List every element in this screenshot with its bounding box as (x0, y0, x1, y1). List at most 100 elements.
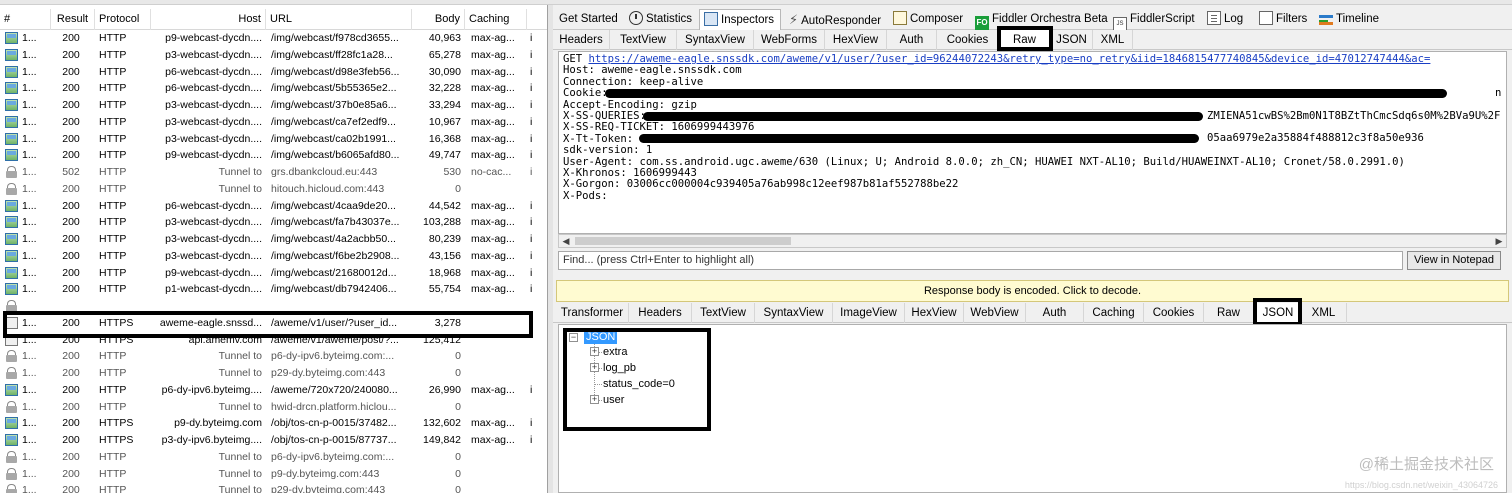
cell-host: p9-webcast-dycdn.... (165, 32, 262, 44)
inspectors-pane: Get Started Statistics Inspectors ⚡ AutoR… (553, 0, 1512, 493)
session-row[interactable]: 1... 200 HTTPS p9-dy.byteimg.com/obj/tos-cn… (0, 415, 547, 432)
tab-filters[interactable]: Filters (1255, 9, 1315, 30)
clock-icon (629, 11, 643, 25)
session-row[interactable]: 1... 200 HTTP p6-dy-ipv6.byteimg.... /aweme/… (0, 382, 547, 399)
cell-host: p3-webcast-dycdn.... (165, 233, 262, 245)
tab-timeline[interactable]: Timeline (1315, 9, 1391, 30)
response-tab-transformer[interactable]: Transformer (556, 303, 629, 323)
request-tab-syntaxview[interactable]: SyntaxView (677, 30, 754, 50)
session-list-header: # Result Protocol Host URL Body Caching (0, 9, 547, 30)
session-row[interactable]: 1... 200 HTTP p9-webcast-dycdn.... /img/webc… (0, 265, 547, 282)
request-tab-webforms[interactable]: WebForms (754, 30, 825, 50)
column-header-number[interactable]: # (0, 9, 51, 30)
column-header-body[interactable]: Body (412, 9, 465, 30)
cell-host: Tunnel to (218, 467, 262, 480)
column-header-protocol[interactable]: Protocol (95, 9, 151, 30)
decode-response-notice[interactable]: Response body is encoded. Click to decod… (556, 280, 1509, 302)
cell-protocol: HTTPS (99, 417, 134, 430)
session-row[interactable]: 1... 200 HTTP Tunnel to p29-dy.byteimg.com:4… (0, 482, 547, 493)
session-row[interactable]: 1... 200 HTTP p3-webcast-dycdn.... /img/webc… (0, 231, 547, 248)
tab-fiddlerscript[interactable]: JS FiddlerScript (1109, 9, 1201, 31)
cell-url: /img/webcast/f978cd3655... (271, 32, 399, 44)
cell-caching: max-ag... (471, 99, 515, 111)
session-row[interactable]: 1... 200 HTTP p3-webcast-dycdn.... /img/webc… (0, 214, 547, 231)
request-tab-xml[interactable]: XML (1093, 30, 1133, 50)
view-in-notepad-button[interactable]: View in Notepad (1407, 251, 1501, 270)
response-tab-raw[interactable]: Raw (1204, 303, 1254, 323)
session-row[interactable]: 1... 200 HTTP p3-webcast-dycdn.... /img/webc… (0, 131, 547, 148)
cell-url: /img/webcast/ff28fc1a28... (271, 48, 393, 61)
request-tab-hexview[interactable]: HexView (825, 30, 887, 50)
session-row[interactable]: 1... 200 HTTP p3-webcast-dycdn.... /img/webc… (0, 97, 547, 114)
cell-protocol: HTTP (99, 367, 127, 379)
session-row[interactable]: 1... 200 HTTP p9-webcast-dycdn.... /img/webc… (0, 147, 547, 164)
cell-protocol: HTTP (99, 249, 127, 262)
tab-autoresponder[interactable]: ⚡ AutoResponder (785, 9, 887, 30)
cell-host: p3-webcast-dycdn.... (165, 99, 262, 111)
request-tab-cookies[interactable]: Cookies (937, 30, 999, 50)
tab-get-started[interactable]: Get Started (555, 9, 625, 30)
column-header-host[interactable]: Host (151, 9, 266, 30)
watermark-text: @稀土掘金技术社区 (1358, 456, 1494, 473)
response-tab-imageview[interactable]: ImageView (833, 303, 905, 323)
column-header-url[interactable]: URL (266, 9, 412, 30)
session-row[interactable]: 1... 200 HTTPS p3-dy-ipv6.byteimg.... /obj/t… (0, 432, 547, 449)
session-row[interactable]: 1... 200 HTTP Tunnel to p6-dy-ipv6.byteimg.c… (0, 348, 547, 365)
session-row[interactable]: 1... 200 HTTP p1-webcast-dycdn.... /img/webc… (0, 281, 547, 298)
tab-composer[interactable]: Composer (889, 9, 967, 30)
session-row[interactable]: 1... 200 HTTP p3-webcast-dycdn.... /img/webc… (0, 47, 547, 64)
image-icon (5, 65, 18, 78)
cell-body: 40,963 (428, 32, 461, 44)
response-tab-headers[interactable]: Headers (629, 303, 692, 323)
response-tab-syntaxview[interactable]: SyntaxView (755, 303, 833, 323)
session-row[interactable]: 1... 200 HTTP Tunnel to p29-dy.byteimg.com:4… (0, 365, 547, 382)
tab-statistics[interactable]: Statistics (625, 9, 697, 30)
raw-horizontal-scrollbar[interactable]: ◀ ▶ (558, 234, 1507, 248)
tab-inspectors[interactable]: Inspectors (699, 9, 781, 31)
request-tab-textview[interactable]: TextView (610, 30, 677, 50)
scroll-thumb[interactable] (575, 237, 791, 245)
cell-protocol: HTTPS (99, 434, 134, 446)
session-row[interactable]: 1... 502 HTTP Tunnel to grs.dbankcloud.eu:44… (0, 164, 547, 181)
header-line-gorgon: X-Gorgon: 03006cc000004c939405a76ab998c1… (563, 178, 959, 191)
column-header-extra[interactable] (527, 9, 547, 30)
image-icon (5, 283, 18, 296)
response-tab-caching[interactable]: Caching (1084, 303, 1144, 323)
response-tab-auth[interactable]: Auth (1026, 303, 1084, 323)
find-input[interactable]: Find... (press Ctrl+Enter to highlight a… (558, 251, 1403, 270)
request-method: GET (563, 53, 589, 65)
scroll-left-arrow-icon[interactable]: ◀ (559, 235, 573, 247)
cell-result: 502 (62, 166, 80, 178)
session-row[interactable]: 1... 200 HTTP Tunnel to hitouch.hicloud.com:… (0, 181, 547, 198)
session-row[interactable]: 1... 200 HTTP p9-webcast-dycdn.... /img/webc… (0, 30, 547, 47)
session-row[interactable]: 1... 200 HTTP p3-webcast-dycdn.... /img/webc… (0, 248, 547, 265)
image-icon (5, 249, 18, 262)
response-tab-hexview[interactable]: HexView (905, 303, 964, 323)
cell-body: 0 (455, 450, 461, 463)
raw-request-view[interactable]: GET https://aweme-eagle.snssdk.com/aweme… (558, 51, 1507, 234)
response-tab-webview[interactable]: WebView (964, 303, 1026, 323)
response-tab-cookies[interactable]: Cookies (1144, 303, 1204, 323)
tab-label: Log (1224, 13, 1244, 25)
session-row[interactable]: 1... 200 HTTP p6-webcast-dycdn.... /img/webc… (0, 80, 547, 97)
response-tab-xml[interactable]: XML (1301, 303, 1347, 323)
json-tree-view[interactable]: − JSON + extra + log_pb status_code=0 + … (558, 324, 1507, 493)
session-row[interactable]: 1... 200 HTTP p6-webcast-dycdn.... /img/webc… (0, 198, 547, 215)
session-row[interactable]: 1... 200 HTTP Tunnel to hwid-drcn.platform.h… (0, 399, 547, 416)
session-row[interactable]: 1... 200 HTTP Tunnel to p6-dy-ipv6.byteimg.c… (0, 449, 547, 466)
request-tab-auth[interactable]: Auth (887, 30, 937, 50)
response-tab-textview[interactable]: TextView (692, 303, 755, 323)
cell-protocol: HTTP (99, 350, 127, 363)
column-header-result[interactable]: Result (51, 9, 95, 30)
request-tab-headers[interactable]: Headers (553, 30, 610, 50)
cell-caching: max-ag... (471, 132, 515, 145)
request-tab-json[interactable]: JSON (1051, 30, 1093, 50)
session-row[interactable]: 1... 200 HTTP p3-webcast-dycdn.... /img/webc… (0, 114, 547, 131)
session-row[interactable]: 1... 200 HTTP Tunnel to p9-dy.byteimg.com:44… (0, 466, 547, 483)
lock-icon (5, 182, 18, 195)
request-url-link[interactable]: https://aweme-eagle.snssdk.com/aweme/v1/… (589, 53, 1431, 65)
tab-log[interactable]: Log (1203, 9, 1255, 30)
column-header-caching[interactable]: Caching (465, 9, 527, 30)
scroll-right-arrow-icon[interactable]: ▶ (1492, 235, 1506, 247)
session-row[interactable]: 1... 200 HTTP p6-webcast-dycdn.... /img/webc… (0, 64, 547, 81)
